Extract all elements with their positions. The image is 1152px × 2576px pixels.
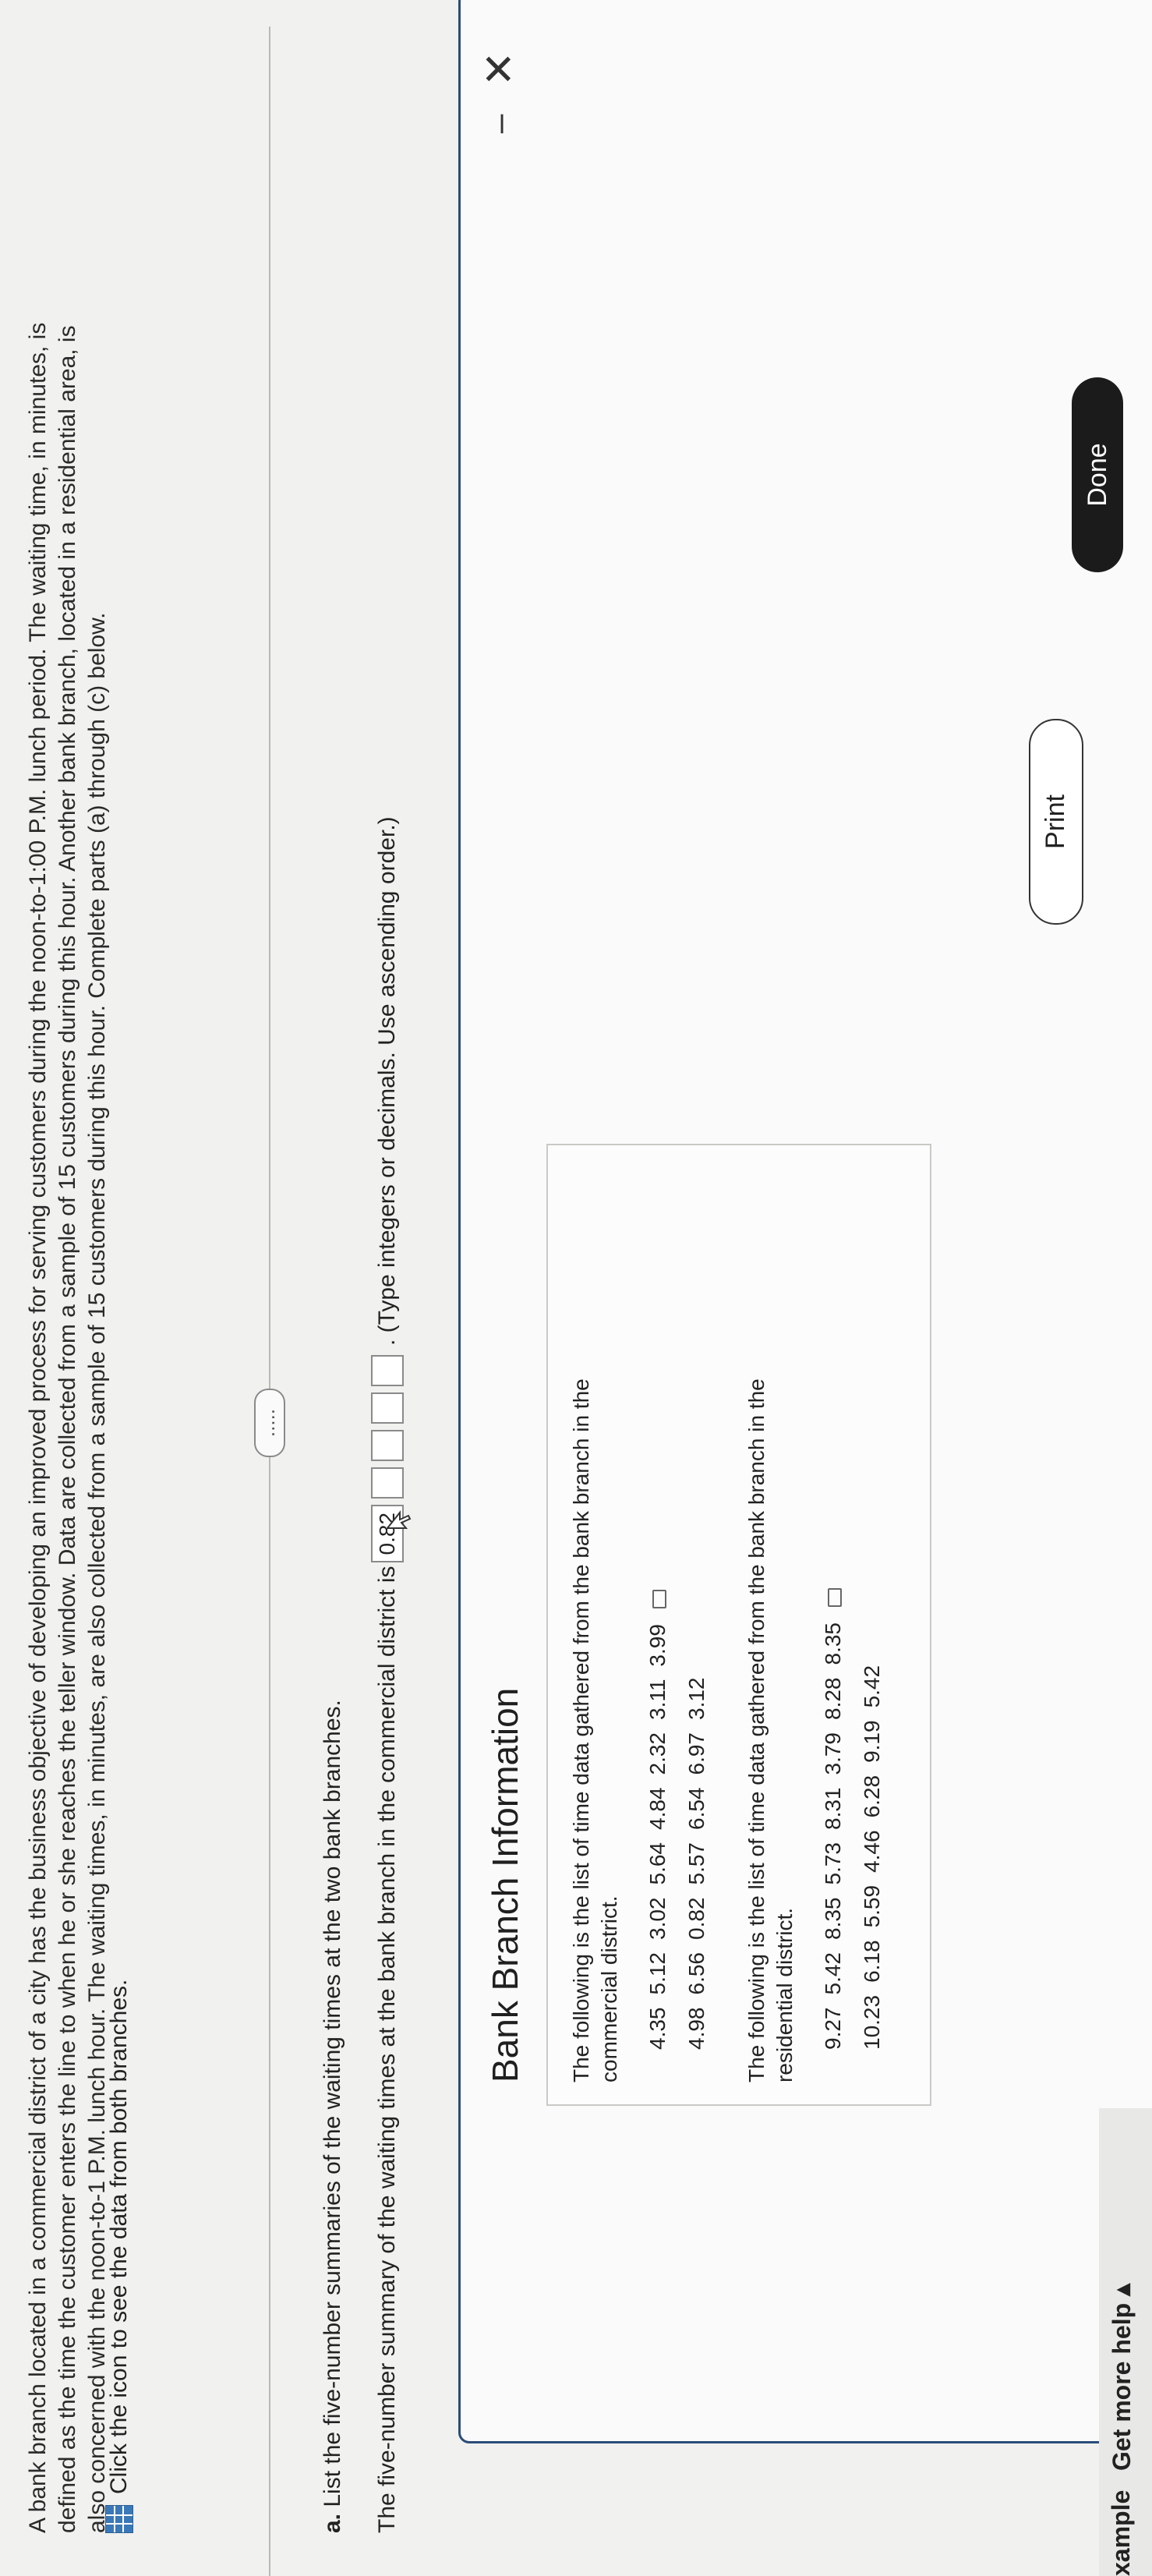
grid-icon[interactable] bbox=[105, 2505, 133, 2533]
screen: A bank branch located in a commercial di… bbox=[0, 0, 1152, 2576]
residential-intro: The following is the list of time data g… bbox=[744, 1378, 797, 2082]
problem-line: defined as the time the customer enters … bbox=[55, 325, 80, 2533]
dialog-title: Bank Branch Information bbox=[485, 1687, 525, 2082]
problem-statement: A bank branch located in a commercial di… bbox=[23, 62, 112, 2533]
problem-line: A bank branch located in a commercial di… bbox=[25, 322, 51, 2533]
answer-box-5[interactable] bbox=[371, 1355, 404, 1386]
answer-box-2[interactable] bbox=[371, 1467, 404, 1499]
answer-box-3[interactable] bbox=[371, 1430, 404, 1461]
print-button[interactable]: Print bbox=[1029, 719, 1083, 925]
done-button[interactable]: Done bbox=[1072, 377, 1123, 572]
commercial-data-row-2: 4.986.560.825.576.546.973.12 bbox=[684, 1677, 709, 2051]
commercial-intro: The following is the list of time data g… bbox=[569, 1378, 621, 2082]
get-more-help-button[interactable]: Get more help ▴ bbox=[1107, 2284, 1136, 2471]
part-text: List the five-number summaries of the wa… bbox=[320, 1700, 345, 2507]
close-icon[interactable]: ✕ bbox=[475, 51, 524, 87]
summary-prefix: The five-number summary of the waiting t… bbox=[374, 1566, 400, 2534]
answer-box-4[interactable] bbox=[371, 1392, 404, 1424]
commercial-data-row-1: 4.355.123.025.644.842.323.113.99 bbox=[645, 1590, 670, 2050]
five-number-summary-row: The five-number summary of the waiting t… bbox=[371, 816, 404, 2533]
data-link[interactable]: Click the icon to see the data from both… bbox=[105, 1980, 133, 2533]
part-a-heading: a. List the five-number summaries of the… bbox=[320, 1700, 346, 2533]
residential-data-row-2: 10.236.185.594.466.289.195.42 bbox=[860, 1665, 884, 2050]
copy-icon[interactable] bbox=[652, 1590, 666, 1609]
copy-icon[interactable] bbox=[827, 1588, 842, 1607]
answer-hint: . (Type integers or decimals. Use ascend… bbox=[374, 816, 400, 1346]
divider bbox=[269, 27, 270, 2576]
part-label: a. bbox=[320, 2513, 345, 2533]
minimize-icon[interactable]: – bbox=[480, 115, 519, 133]
more-button[interactable]: ..... bbox=[254, 1389, 285, 1457]
data-link-text: Click the icon to see the data from both… bbox=[106, 1979, 132, 2494]
residential-data-row-1: 9.275.428.355.738.313.798.288.35 bbox=[821, 1588, 846, 2050]
data-box: The following is the list of time data g… bbox=[546, 1144, 931, 2106]
cursor-arrow-icon bbox=[386, 1510, 412, 1529]
example-link[interactable]: xample bbox=[1107, 2490, 1136, 2576]
bank-branch-info-dialog: Bank Branch Information – ✕ The followin… bbox=[458, 0, 1152, 2443]
